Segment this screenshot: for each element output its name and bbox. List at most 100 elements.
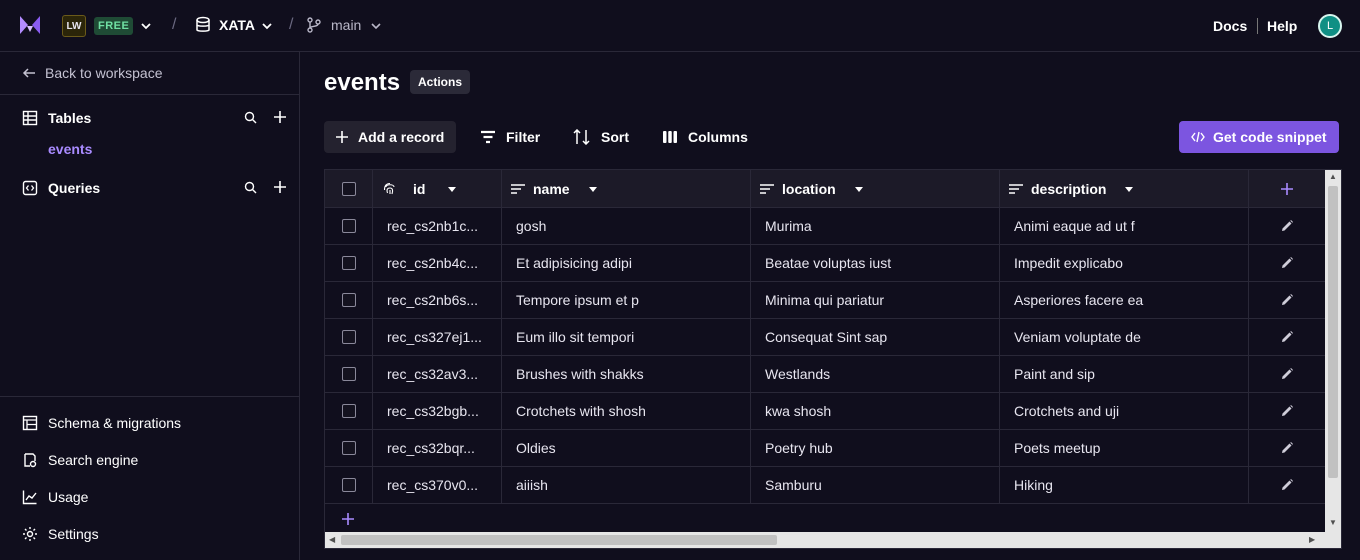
sidebar-item-queries[interactable]: Queries <box>22 180 100 196</box>
pencil-icon[interactable] <box>1280 256 1294 270</box>
get-code-snippet-button[interactable]: Get code snippet <box>1179 121 1339 153</box>
caret-down-icon[interactable] <box>447 184 457 194</box>
cell-location[interactable]: Poetry hub <box>751 430 1000 466</box>
table-row[interactable]: rec_cs327ej1... Eum illo sit tempori Conse… <box>325 319 1325 356</box>
caret-down-icon[interactable] <box>854 184 864 194</box>
add-row-button[interactable] <box>341 510 355 531</box>
workspace-chevron-down-icon[interactable] <box>140 20 152 32</box>
cell-id[interactable]: rec_cs32av3... <box>373 356 502 392</box>
cell-name[interactable]: Tempore ipsum et p <box>502 282 751 318</box>
actions-button[interactable]: Actions <box>410 70 471 94</box>
cell-id[interactable]: rec_cs32bqr... <box>373 430 502 466</box>
cell-description[interactable]: Paint and sip <box>1000 356 1249 392</box>
cell-description[interactable]: Animi eaque ad ut f <box>1000 208 1249 244</box>
cell-location[interactable]: Westlands <box>751 356 1000 392</box>
scroll-left-arrow-icon[interactable]: ◀ <box>329 535 335 544</box>
cell-name[interactable]: Oldies <box>502 430 751 466</box>
cell-id[interactable]: rec_cs2nb4c... <box>373 245 502 281</box>
pencil-icon[interactable] <box>1280 478 1294 492</box>
cell-name[interactable]: gosh <box>502 208 751 244</box>
cell-location[interactable]: Consequat Sint sap <box>751 319 1000 355</box>
workspace-badge[interactable]: LW <box>62 15 86 37</box>
add-column-icon[interactable] <box>1280 182 1294 196</box>
table-row[interactable]: rec_cs2nb6s... Tempore ipsum et p Minima q… <box>325 282 1325 319</box>
cell-location[interactable]: Samburu <box>751 467 1000 503</box>
branch-chevron-down-icon[interactable] <box>370 20 382 32</box>
select-all-checkbox[interactable] <box>341 181 356 196</box>
cell-description[interactable]: Veniam voluptate de <box>1000 319 1249 355</box>
cell-name[interactable]: aiiish <box>502 467 751 503</box>
pencil-icon[interactable] <box>1280 293 1294 307</box>
sidebar-item-usage[interactable]: Usage <box>22 489 88 505</box>
add-record-button[interactable]: Add a record <box>324 121 457 153</box>
horizontal-scroll-thumb[interactable] <box>341 535 777 545</box>
sidebar-item-tables[interactable]: Tables <box>22 110 91 126</box>
cell-name[interactable]: Eum illo sit tempori <box>502 319 751 355</box>
row-checkbox[interactable] <box>341 441 356 455</box>
add-table-icon[interactable] <box>273 110 287 124</box>
scroll-down-arrow-icon[interactable]: ▼ <box>1329 518 1337 527</box>
caret-down-icon[interactable] <box>1124 184 1134 194</box>
horizontal-scrollbar[interactable]: ◀ ▶ <box>325 532 1325 548</box>
database-selector[interactable]: XATA <box>219 17 255 33</box>
back-to-workspace-link[interactable]: Back to workspace <box>22 65 163 81</box>
row-checkbox[interactable] <box>341 293 356 307</box>
cell-description[interactable]: Hiking <box>1000 467 1249 503</box>
table-row[interactable]: rec_cs2nb1c... gosh Murima Animi eaque ad u… <box>325 208 1325 245</box>
cell-name[interactable]: Crotchets with shosh <box>502 393 751 429</box>
sidebar-table-events[interactable]: events <box>48 141 92 157</box>
row-checkbox[interactable] <box>341 330 356 344</box>
pencil-icon[interactable] <box>1280 441 1294 455</box>
database-chevron-down-icon[interactable] <box>261 20 273 32</box>
filter-button[interactable]: Filter <box>480 121 540 153</box>
cell-id[interactable]: rec_cs327ej1... <box>373 319 502 355</box>
cell-name[interactable]: Et adipisicing adipi <box>502 245 751 281</box>
row-checkbox[interactable] <box>341 404 356 418</box>
columns-button[interactable]: Columns <box>662 121 748 153</box>
cell-id[interactable]: rec_cs32bgb... <box>373 393 502 429</box>
caret-down-icon[interactable] <box>588 184 598 194</box>
cell-location[interactable]: kwa shosh <box>751 393 1000 429</box>
sort-button[interactable]: Sort <box>573 121 629 153</box>
cell-id[interactable]: rec_cs2nb1c... <box>373 208 502 244</box>
row-checkbox[interactable] <box>341 256 356 270</box>
column-header-id[interactable]: id <box>373 170 502 207</box>
vertical-scrollbar[interactable]: ▲ ▼ <box>1325 170 1341 548</box>
pencil-icon[interactable] <box>1280 219 1294 233</box>
scroll-up-arrow-icon[interactable]: ▲ <box>1329 172 1337 181</box>
cell-description[interactable]: Crotchets and uji <box>1000 393 1249 429</box>
search-tables-icon[interactable] <box>244 111 257 124</box>
xata-logo-icon[interactable] <box>18 13 42 37</box>
cell-description[interactable]: Impedit explicabo <box>1000 245 1249 281</box>
table-row[interactable]: rec_cs32av3... Brushes with shakks Westlan… <box>325 356 1325 393</box>
row-checkbox[interactable] <box>341 219 356 233</box>
cell-location[interactable]: Beatae voluptas iust <box>751 245 1000 281</box>
column-header-description[interactable]: description <box>1000 170 1249 207</box>
cell-location[interactable]: Minima qui pariatur <box>751 282 1000 318</box>
vertical-scroll-thumb[interactable] <box>1328 186 1338 478</box>
table-row[interactable]: rec_cs370v0... aiiish Samburu Hiking <box>325 467 1325 504</box>
row-checkbox[interactable] <box>341 367 356 381</box>
add-query-icon[interactable] <box>273 180 287 194</box>
search-queries-icon[interactable] <box>244 181 257 194</box>
table-row[interactable]: rec_cs32bqr... Oldies Poetry hub Poets meet… <box>325 430 1325 467</box>
pencil-icon[interactable] <box>1280 330 1294 344</box>
branch-selector[interactable]: main <box>331 17 361 33</box>
column-header-name[interactable]: name <box>502 170 751 207</box>
cell-name[interactable]: Brushes with shakks <box>502 356 751 392</box>
column-header-location[interactable]: location <box>751 170 1000 207</box>
cell-location[interactable]: Murima <box>751 208 1000 244</box>
docs-link[interactable]: Docs <box>1213 18 1247 34</box>
user-avatar[interactable]: L <box>1318 14 1342 38</box>
scroll-right-arrow-icon[interactable]: ▶ <box>1309 535 1315 544</box>
cell-description[interactable]: Asperiores facere ea <box>1000 282 1249 318</box>
pencil-icon[interactable] <box>1280 367 1294 381</box>
cell-description[interactable]: Poets meetup <box>1000 430 1249 466</box>
help-link[interactable]: Help <box>1267 18 1297 34</box>
sidebar-item-schema[interactable]: Schema & migrations <box>22 415 181 431</box>
sidebar-item-search-engine[interactable]: Search engine <box>22 452 138 468</box>
row-checkbox[interactable] <box>341 478 356 492</box>
table-row[interactable]: rec_cs2nb4c... Et adipisicing adipi Beatae… <box>325 245 1325 282</box>
sidebar-item-settings[interactable]: Settings <box>22 526 99 542</box>
table-row[interactable]: rec_cs32bgb... Crotchets with shosh kwa sh… <box>325 393 1325 430</box>
